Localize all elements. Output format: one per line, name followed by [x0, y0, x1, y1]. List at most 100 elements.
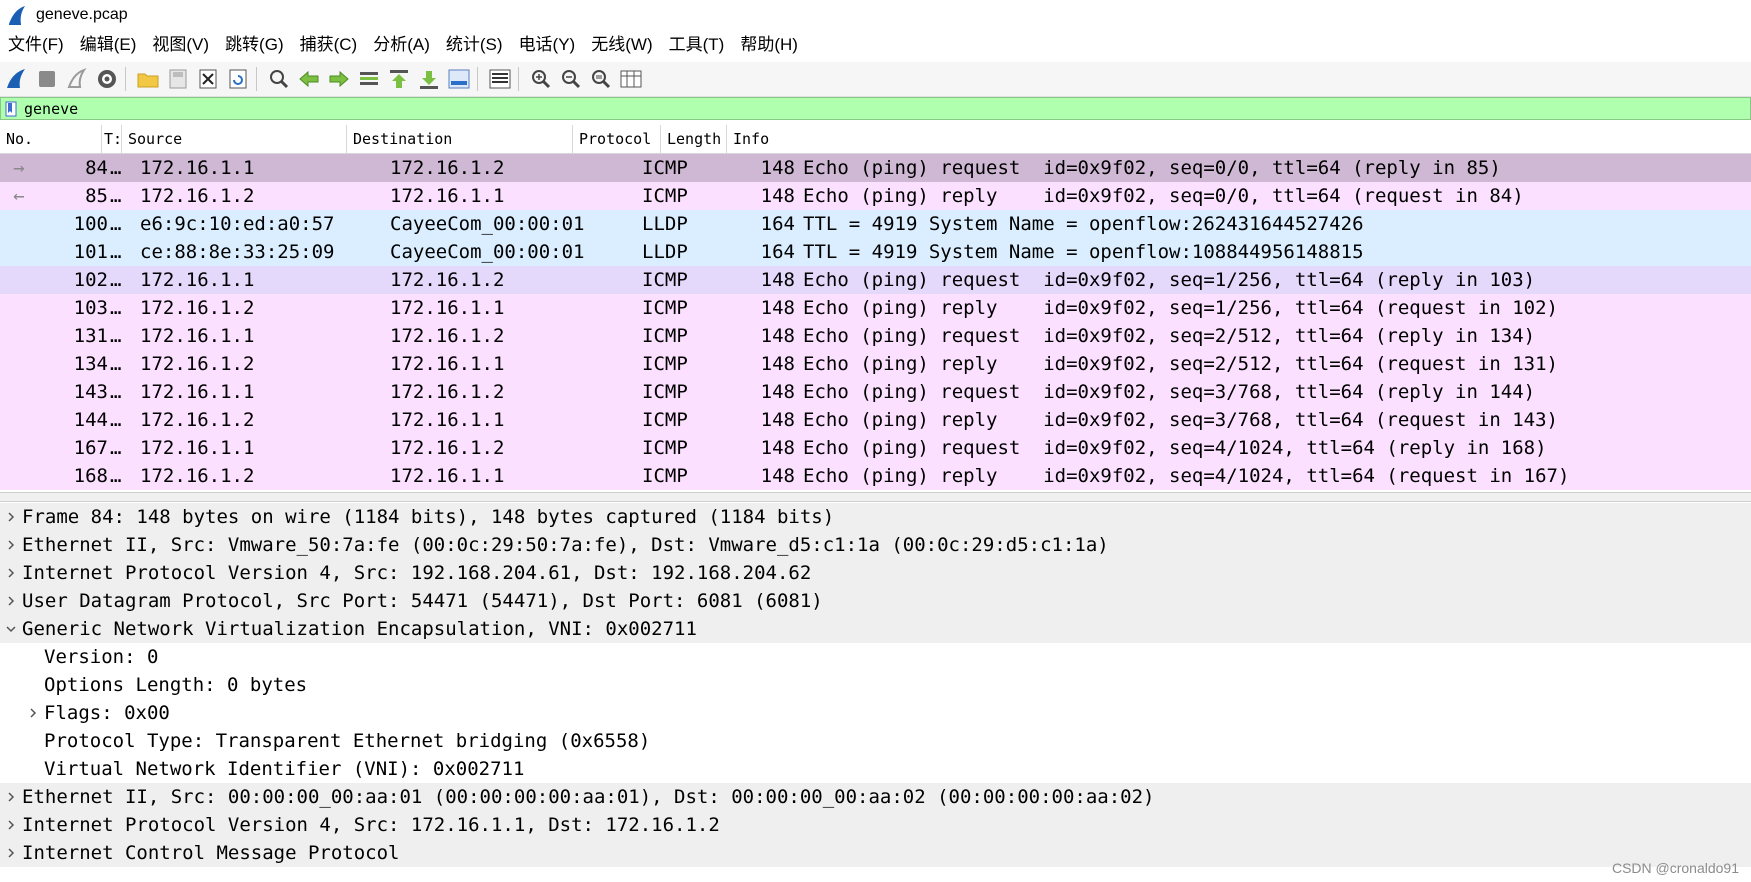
shark-fin-start-button[interactable]	[4, 66, 30, 92]
packet-destination: 172.16.1.2	[390, 325, 505, 347]
packet-length: 148	[760, 465, 795, 487]
packet-row[interactable]: 100… e6:9c:10:ed:a0:57 CayeeCom_00:00:01 LL…	[0, 210, 1751, 238]
chevron-right-icon[interactable]	[0, 539, 22, 551]
packet-row[interactable]: 144… 172.16.1.2 172.16.1.1 ICMP 148 Echo (pin…	[0, 406, 1751, 434]
detail-tree-node[interactable]: Internet Protocol Version 4, Src: 192.16…	[0, 559, 1751, 587]
resize-columns-button[interactable]	[618, 66, 644, 92]
go-forward-button[interactable]	[326, 66, 352, 92]
packet-destination: 172.16.1.2	[390, 269, 505, 291]
menu-item-0[interactable]: 文件(F)	[0, 30, 72, 60]
detail-tree-field[interactable]: Flags: 0x00	[0, 699, 1751, 727]
colorize-button[interactable]	[487, 66, 513, 92]
packet-destination: 172.16.1.1	[390, 409, 505, 431]
menu-item-5[interactable]: 分析(A)	[365, 30, 438, 60]
column-header-time[interactable]: T:	[102, 125, 122, 153]
restart-capture-button[interactable]	[64, 66, 90, 92]
detail-tree-node[interactable]: Internet Protocol Version 4, Src: 172.16…	[0, 811, 1751, 839]
menu-item-6[interactable]: 统计(S)	[438, 30, 511, 60]
menu-item-4[interactable]: 捕获(C)	[292, 30, 366, 60]
detail-text: Internet Protocol Version 4, Src: 192.16…	[22, 562, 812, 584]
chevron-right-icon[interactable]	[0, 595, 22, 607]
menu-item-7[interactable]: 电话(Y)	[511, 30, 584, 60]
chevron-right-icon[interactable]	[0, 819, 22, 831]
packet-source: e6:9c:10:ed:a0:57	[140, 213, 335, 235]
reload-file-button[interactable]	[225, 66, 251, 92]
go-back-button[interactable]	[296, 66, 322, 92]
packet-row[interactable]: ← 85… 172.16.1.2 172.16.1.1 ICMP 148 Echo (pin…	[0, 182, 1751, 210]
packet-related-marker: →	[13, 157, 25, 179]
packet-row[interactable]: 103… 172.16.1.2 172.16.1.1 ICMP 148 Echo (pin…	[0, 294, 1751, 322]
detail-tree-field[interactable]: Protocol Type: Transparent Ethernet brid…	[0, 727, 1751, 755]
zoom-in-button[interactable]	[528, 66, 554, 92]
pane-splitter[interactable]	[0, 492, 1751, 502]
go-to-packet-button[interactable]	[356, 66, 382, 92]
autoscroll-button[interactable]	[446, 66, 472, 92]
find-packet-button[interactable]	[266, 66, 292, 92]
packet-protocol: ICMP	[642, 297, 688, 319]
chevron-right-icon[interactable]	[0, 791, 22, 803]
column-header-length[interactable]: Length	[661, 125, 727, 153]
menu-item-9[interactable]: 工具(T)	[661, 30, 733, 60]
packet-row[interactable]: 101… ce:88:8e:33:25:09 CayeeCom_00:00:01 LL…	[0, 238, 1751, 266]
menu-item-2[interactable]: 视图(V)	[144, 30, 217, 60]
detail-tree-field[interactable]: Options Length: 0 bytes	[0, 671, 1751, 699]
column-header-info[interactable]: Info	[727, 125, 1751, 153]
detail-tree-node[interactable]: Frame 84: 148 bytes on wire (1184 bits),…	[0, 503, 1751, 531]
packet-row[interactable]: 168… 172.16.1.2 172.16.1.1 ICMP 148 Echo (pin…	[0, 462, 1751, 490]
detail-tree-field[interactable]: Version: 0	[0, 643, 1751, 671]
packet-source: 172.16.1.2	[140, 409, 255, 431]
stop-capture-button[interactable]	[34, 66, 60, 92]
zoom-reset-button[interactable]	[588, 66, 614, 92]
chevron-right-icon[interactable]	[0, 567, 22, 579]
chevron-right-icon[interactable]	[22, 707, 44, 719]
column-header-protocol[interactable]: Protocol	[573, 125, 661, 153]
packet-protocol: ICMP	[642, 437, 688, 459]
menu-item-10[interactable]: 帮助(H)	[732, 30, 806, 60]
menu-item-1[interactable]: 编辑(E)	[72, 30, 145, 60]
main-toolbar	[0, 62, 1751, 97]
packet-number: 84	[85, 157, 108, 179]
packet-length: 148	[760, 185, 795, 207]
chevron-right-icon[interactable]	[0, 847, 22, 859]
packet-length: 148	[760, 437, 795, 459]
packet-protocol: ICMP	[642, 157, 688, 179]
packet-row[interactable]: 134… 172.16.1.2 172.16.1.1 ICMP 148 Echo (pin…	[0, 350, 1751, 378]
packet-protocol: ICMP	[642, 353, 688, 375]
packet-row[interactable]: 143… 172.16.1.1 172.16.1.2 ICMP 148 Echo (pin…	[0, 378, 1751, 406]
column-header-source[interactable]: Source	[122, 125, 347, 153]
column-header-destination[interactable]: Destination	[347, 125, 573, 153]
detail-tree-node[interactable]: Ethernet II, Src: Vmware_50:7a:fe (00:0c…	[0, 531, 1751, 559]
detail-tree-node[interactable]: Generic Network Virtualization Encapsula…	[0, 615, 1751, 643]
save-file-button[interactable]	[165, 66, 191, 92]
column-header-no[interactable]: No.	[0, 125, 102, 153]
display-filter-input[interactable]	[24, 99, 1750, 118]
close-file-button[interactable]	[195, 66, 221, 92]
menu-item-3[interactable]: 跳转(G)	[217, 30, 292, 60]
go-last-button[interactable]	[416, 66, 442, 92]
packet-protocol: ICMP	[642, 409, 688, 431]
detail-text: Virtual Network Identifier (VNI): 0x0027…	[44, 758, 525, 780]
chevron-down-icon[interactable]	[0, 623, 22, 635]
detail-tree-node[interactable]: User Datagram Protocol, Src Port: 54471 …	[0, 587, 1751, 615]
detail-tree-node[interactable]: Internet Control Message Protocol	[0, 839, 1751, 867]
packet-row[interactable]: 131… 172.16.1.1 172.16.1.2 ICMP 148 Echo (pin…	[0, 322, 1751, 350]
go-first-button[interactable]	[386, 66, 412, 92]
detail-tree-node[interactable]: Ethernet II, Src: 00:00:00_00:aa:01 (00:…	[0, 783, 1751, 811]
toolbar-separator	[256, 67, 257, 91]
zoom-out-button[interactable]	[558, 66, 584, 92]
open-file-button[interactable]	[135, 66, 161, 92]
filter-bookmark-icon[interactable]	[4, 100, 18, 117]
chevron-right-icon[interactable]	[0, 511, 22, 523]
watermark-text: CSDN @cronaldo91	[1611, 860, 1739, 876]
capture-options-button[interactable]	[94, 66, 120, 92]
packet-info: Echo (ping) request id=0x9f02, seq=3/768…	[803, 381, 1536, 403]
packet-time: …	[110, 213, 122, 235]
detail-text: Ethernet II, Src: 00:00:00_00:aa:01 (00:…	[22, 786, 1155, 808]
packet-row[interactable]: 167… 172.16.1.1 172.16.1.2 ICMP 148 Echo (pin…	[0, 434, 1751, 462]
packet-row[interactable]: → 84… 172.16.1.1 172.16.1.2 ICMP 148 Echo (pin…	[0, 154, 1751, 182]
packet-destination: 172.16.1.1	[390, 297, 505, 319]
menu-item-8[interactable]: 无线(W)	[583, 30, 660, 60]
packet-row[interactable]: 102… 172.16.1.1 172.16.1.2 ICMP 148 Echo (pin…	[0, 266, 1751, 294]
detail-tree-field[interactable]: Virtual Network Identifier (VNI): 0x0027…	[0, 755, 1751, 783]
wireshark-fin-icon	[9, 6, 25, 25]
